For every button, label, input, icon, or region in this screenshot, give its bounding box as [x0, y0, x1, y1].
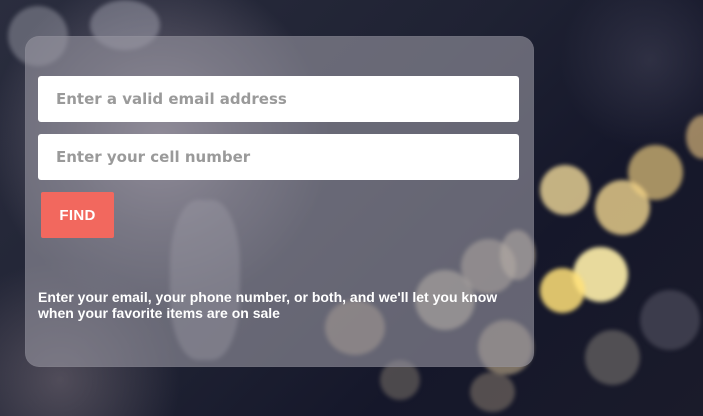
bokeh-light [540, 165, 590, 215]
bokeh-light [628, 145, 683, 200]
help-text: Enter your email, your phone number, or … [38, 289, 498, 321]
bokeh-light [585, 330, 640, 385]
find-button[interactable]: FIND [41, 192, 114, 238]
phone-field[interactable] [38, 134, 519, 180]
bokeh-light [686, 115, 703, 159]
bokeh-light [470, 372, 515, 412]
email-field[interactable] [38, 76, 519, 122]
bokeh-light [640, 290, 700, 350]
bokeh-light [540, 268, 585, 313]
